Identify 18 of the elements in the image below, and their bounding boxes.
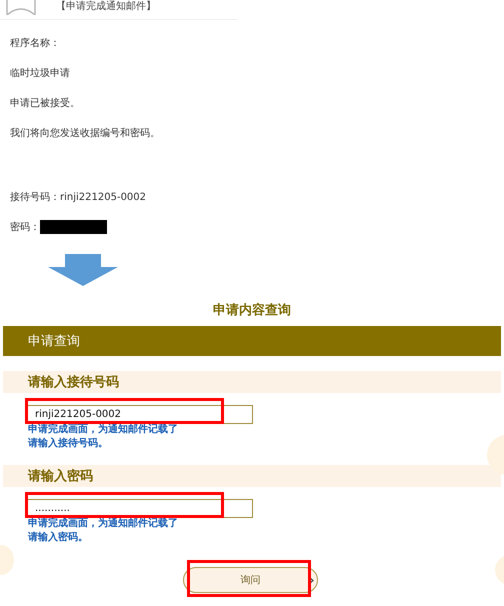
redaction-bar	[40, 220, 107, 234]
email-title: 【申请完成通知邮件】	[56, 0, 156, 13]
reception-number: 接待号码：rinji221205-0002	[10, 190, 146, 204]
down-arrow-icon	[48, 254, 118, 286]
section-title: 请输入密码	[28, 468, 93, 485]
hint-text: 请输入接待号码。	[28, 437, 109, 451]
password-label: 密码：	[10, 220, 40, 234]
chevron-icon	[308, 576, 314, 585]
email-text: 申请已被接受。	[10, 96, 80, 110]
section-title: 请输入接待号码	[28, 374, 119, 391]
email-text: 临时垃圾申请	[10, 66, 70, 80]
inquiry-heading: 申请内容查询	[212, 302, 292, 320]
email-text: 程序名称：	[10, 36, 60, 50]
email-text: 我们将向您发送收据编号和密码。	[10, 126, 160, 140]
bar-title: 申请查询	[28, 333, 80, 350]
inquiry-button[interactable]: 询问	[183, 567, 318, 593]
avatar-icon	[6, 0, 36, 15]
hint-text: 请输入密码。	[28, 531, 89, 545]
